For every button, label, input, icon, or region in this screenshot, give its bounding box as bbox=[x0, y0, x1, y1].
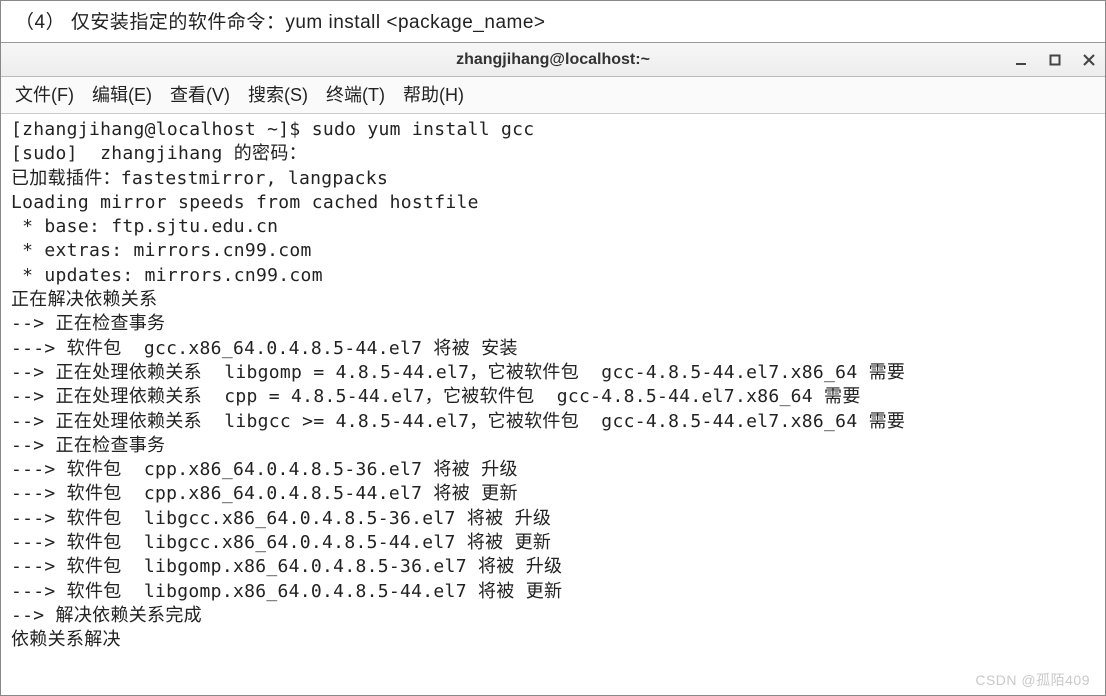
maximize-icon bbox=[1049, 54, 1061, 66]
terminal-line: ---> 软件包 libgomp.x86_64.0.4.8.5-36.el7 将… bbox=[11, 555, 1095, 579]
terminal-line: --> 解决依赖关系完成 bbox=[11, 604, 1095, 628]
document-frame: （4） 仅安装指定的软件命令：yum install <package_name… bbox=[0, 0, 1106, 696]
terminal-window: zhangjihang@localhost:~ 文件(F) 编辑(E) 查看(V… bbox=[1, 42, 1105, 695]
window-controls bbox=[1013, 43, 1097, 76]
terminal-line: ---> 软件包 libgcc.x86_64.0.4.8.5-36.el7 将被… bbox=[11, 507, 1095, 531]
minimize-button[interactable] bbox=[1013, 52, 1029, 68]
maximize-button[interactable] bbox=[1047, 52, 1063, 68]
terminal-line: --> 正在处理依赖关系 libgcc >= 4.8.5-44.el7，它被软件… bbox=[11, 410, 1095, 434]
terminal-line: 已加载插件：fastestmirror, langpacks bbox=[11, 167, 1095, 191]
terminal-line: ---> 软件包 cpp.x86_64.0.4.8.5-36.el7 将被 升级 bbox=[11, 458, 1095, 482]
minimize-icon bbox=[1014, 53, 1028, 67]
terminal-line: 正在解决依赖关系 bbox=[11, 288, 1095, 312]
titlebar: zhangjihang@localhost:~ bbox=[1, 43, 1105, 77]
terminal-line: [sudo] zhangjihang 的密码： bbox=[11, 142, 1095, 166]
close-button[interactable] bbox=[1081, 52, 1097, 68]
terminal-line: --> 正在检查事务 bbox=[11, 434, 1095, 458]
terminal-line: 依赖关系解决 bbox=[11, 628, 1095, 652]
close-icon bbox=[1082, 53, 1096, 67]
terminal-line: ---> 软件包 cpp.x86_64.0.4.8.5-44.el7 将被 更新 bbox=[11, 482, 1095, 506]
menu-help[interactable]: 帮助(H) bbox=[403, 81, 464, 107]
menu-terminal[interactable]: 终端(T) bbox=[326, 81, 385, 107]
terminal-line: * updates: mirrors.cn99.com bbox=[11, 264, 1095, 288]
terminal-line: * base: ftp.sjtu.edu.cn bbox=[11, 215, 1095, 239]
terminal-output[interactable]: [zhangjihang@localhost ~]$ sudo yum inst… bbox=[1, 114, 1105, 695]
terminal-line: ---> 软件包 gcc.x86_64.0.4.8.5-44.el7 将被 安装 bbox=[11, 337, 1095, 361]
terminal-line: Loading mirror speeds from cached hostfi… bbox=[11, 191, 1095, 215]
terminal-line: * extras: mirrors.cn99.com bbox=[11, 239, 1095, 263]
menu-search[interactable]: 搜索(S) bbox=[248, 81, 308, 107]
menu-edit[interactable]: 编辑(E) bbox=[92, 81, 152, 107]
terminal-line: [zhangjihang@localhost ~]$ sudo yum inst… bbox=[11, 118, 1095, 142]
instruction-caption: （4） 仅安装指定的软件命令：yum install <package_name… bbox=[1, 1, 1105, 42]
terminal-line: --> 正在处理依赖关系 cpp = 4.8.5-44.el7，它被软件包 gc… bbox=[11, 385, 1095, 409]
menu-file[interactable]: 文件(F) bbox=[15, 81, 74, 107]
terminal-line: --> 正在处理依赖关系 libgomp = 4.8.5-44.el7，它被软件… bbox=[11, 361, 1095, 385]
terminal-line: --> 正在检查事务 bbox=[11, 312, 1095, 336]
terminal-line: ---> 软件包 libgomp.x86_64.0.4.8.5-44.el7 将… bbox=[11, 580, 1095, 604]
terminal-line: ---> 软件包 libgcc.x86_64.0.4.8.5-44.el7 将被… bbox=[11, 531, 1095, 555]
menubar: 文件(F) 编辑(E) 查看(V) 搜索(S) 终端(T) 帮助(H) bbox=[1, 77, 1105, 114]
window-title: zhangjihang@localhost:~ bbox=[456, 51, 650, 69]
menu-view[interactable]: 查看(V) bbox=[170, 81, 230, 107]
